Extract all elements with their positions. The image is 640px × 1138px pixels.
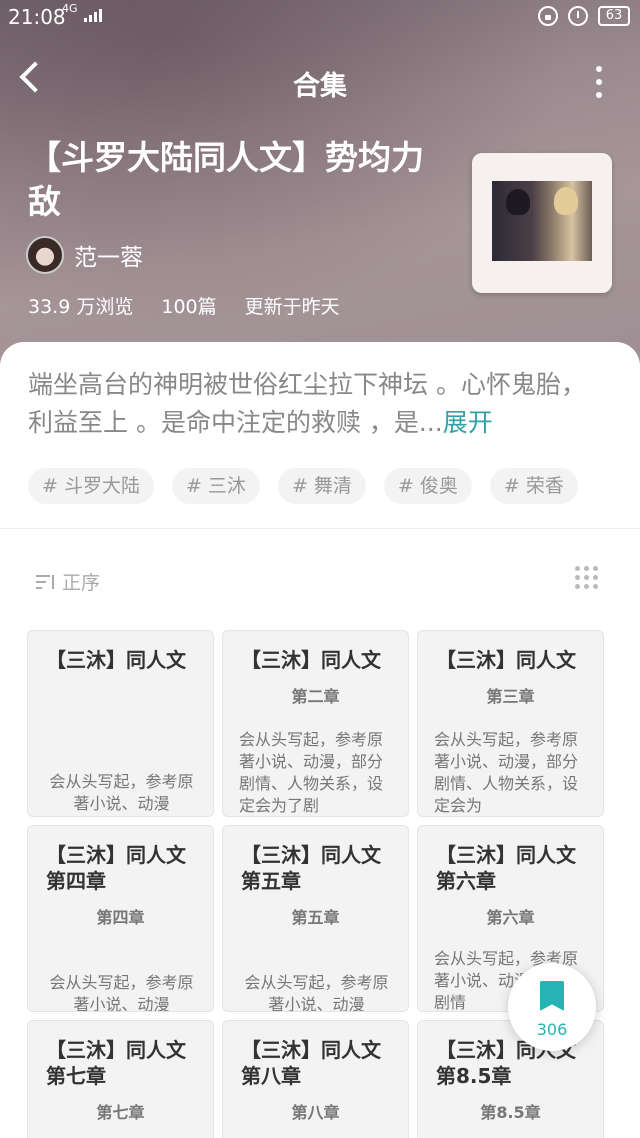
lock-icon	[538, 6, 558, 26]
chapter-card[interactable]: 【三沐】同人文第五章 第五章 会从头写起，参考原著小说、动漫	[222, 825, 409, 1012]
chapter-card[interactable]: 【三沐】同人文第四章 第四章 会从头写起，参考原著小说、动漫	[27, 825, 214, 1012]
chapter-subtitle: 第三章	[486, 687, 535, 706]
battery-icon: 63	[598, 6, 630, 26]
status-bar: 21:08 4G 63	[0, 0, 640, 34]
chapter-card[interactable]: 【三沐】同人文 第二章 会从头写起，参考原著小说、动漫，部分剧情、人物关系，设定…	[222, 630, 409, 817]
status-time: 21:08	[8, 5, 66, 29]
chapter-subtitle: 第8.5章	[480, 1103, 541, 1122]
tag[interactable]: # 三沐	[171, 468, 260, 504]
collection-description: 端坐高台的神明被世俗红尘拉下神坛 。心怀鬼胎，利益至上 。是命中注定的救赎 ，是…	[28, 366, 608, 442]
more-options-icon[interactable]	[596, 66, 602, 98]
chapter-title: 【三沐】同人文	[436, 648, 576, 672]
page-title: 合集	[293, 71, 347, 102]
chapter-title: 【三沐】同人文	[46, 648, 186, 672]
network-type: 4G	[62, 2, 78, 15]
expand-link[interactable]: 展开	[443, 408, 493, 437]
bookmark-count: 306	[536, 1020, 568, 1039]
chapter-title: 【三沐】同人文第四章	[46, 843, 186, 893]
tag[interactable]: # 舞清	[277, 468, 366, 504]
collection-title: 【斗罗大陆同人文】势均力敌	[28, 138, 424, 221]
cover-art	[492, 181, 592, 261]
chapter-title: 【三沐】同人文第五章	[241, 843, 381, 893]
chapter-title: 【三沐】同人文第八章	[241, 1038, 381, 1088]
author-name[interactable]: 范一蓉	[74, 238, 143, 272]
author-row[interactable]: 范一蓉	[26, 236, 143, 274]
chapter-excerpt: 会从头写起，参考原著小说、动漫	[49, 973, 194, 1012]
divider	[0, 528, 640, 529]
chapter-excerpt: 会从头写起，参考原著小说、动漫	[49, 772, 194, 813]
avatar[interactable]	[26, 236, 64, 274]
chapter-subtitle: 第六章	[486, 908, 535, 927]
description-text: 端坐高台的神明被世俗红尘拉下神坛 。心怀鬼胎，利益至上 。是命中注定的救赎 ，是…	[28, 370, 586, 437]
grid-view-icon[interactable]	[575, 566, 598, 589]
chapter-subtitle: 第二章	[291, 687, 340, 706]
signal-icon	[84, 9, 102, 22]
bookmark-icon	[540, 981, 564, 1011]
chapter-excerpt: 会从头写起，参考原著小说、动漫，部分剧情、人物关系，设定会为了剧	[239, 730, 384, 815]
collection-stats: 33.9 万浏览 100篇 更新于昨天	[28, 292, 340, 319]
chapter-card[interactable]: 【三沐】同人文 第三章 会从头写起，参考原著小说、动漫，部分剧情、人物关系，设定…	[417, 630, 604, 817]
sort-label: 正序	[62, 572, 101, 594]
nav-bar: 合集	[0, 50, 640, 110]
chapter-subtitle: 第八章	[291, 1103, 340, 1122]
chapter-subtitle: 第四章	[96, 908, 145, 927]
chapter-card[interactable]: 【三沐】同人文第八章 第八章	[222, 1020, 409, 1138]
chapter-card[interactable]: 【三沐】同人文第七章 第七章	[27, 1020, 214, 1138]
chapter-title: 【三沐】同人文第七章	[46, 1038, 186, 1088]
tag[interactable]: # 俊奥	[383, 468, 472, 504]
article-count: 100篇	[161, 296, 217, 318]
chapter-excerpt: 会从头写起，参考原著小说、动漫	[244, 973, 389, 1012]
chapter-subtitle: 第七章	[96, 1103, 145, 1122]
tag[interactable]: # 斗罗大陆	[28, 468, 154, 504]
chapter-subtitle: 第五章	[291, 908, 340, 927]
chapter-excerpt: 会从头写起，参考原著小说、动漫，部分剧情、人物关系，设定会为	[434, 730, 579, 815]
chapter-title: 【三沐】同人文第六章	[436, 843, 576, 893]
view-count: 33.9 万浏览	[28, 296, 134, 318]
sort-icon	[36, 573, 56, 591]
tag-list: # 斗罗大陆 # 三沐 # 舞清 # 俊奥 # 荣香	[28, 468, 578, 504]
alarm-icon	[568, 6, 588, 26]
bookmark-button[interactable]: 306	[508, 963, 596, 1051]
sort-toggle[interactable]: 正序	[36, 568, 100, 595]
chapter-title: 【三沐】同人文	[241, 648, 381, 672]
updated-time: 更新于昨天	[244, 296, 340, 318]
cover-image[interactable]	[472, 153, 612, 293]
tag[interactable]: # 荣香	[489, 468, 578, 504]
chapter-card[interactable]: 【三沐】同人文 会从头写起，参考原著小说、动漫	[27, 630, 214, 817]
